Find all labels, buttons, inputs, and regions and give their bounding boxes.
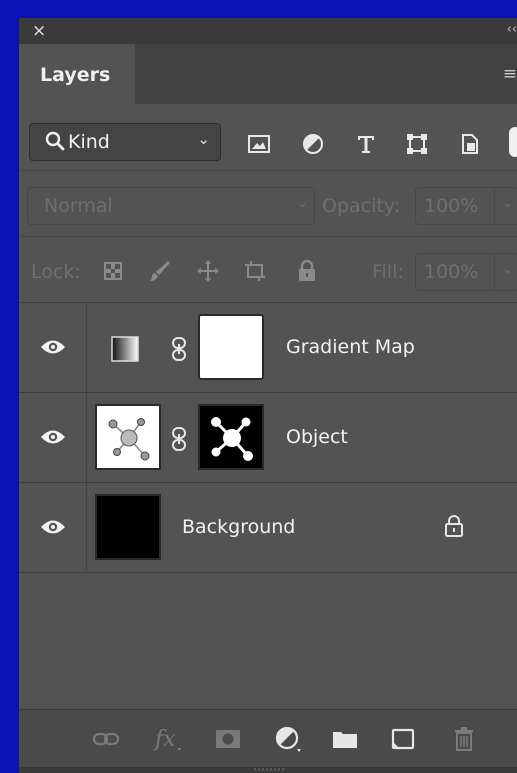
tab-bar: Layers ≡ — [19, 44, 517, 104]
layer-name[interactable]: Object — [286, 426, 348, 448]
blend-mode-dropdown[interactable]: Normal ⌄ — [27, 187, 315, 225]
lock-position-icon[interactable] — [196, 259, 220, 283]
fill-field[interactable]: 100% ⌄ — [415, 253, 517, 291]
fill-value: 100% — [424, 261, 479, 283]
filter-toggle-icon[interactable] — [507, 126, 517, 158]
blend-row: Normal ⌄ Opacity: 100% ⌄ — [19, 170, 517, 237]
chain-link-icon[interactable] — [170, 336, 188, 362]
lock-all-icon[interactable] — [295, 259, 319, 283]
adjustment-filter-icon[interactable] — [301, 132, 325, 156]
opacity-field[interactable]: 100% ⌄ — [415, 187, 517, 225]
chevron-down-icon: ⌄ — [197, 130, 210, 148]
search-icon — [45, 131, 65, 151]
collapse-icon[interactable]: ‹‹ — [507, 22, 517, 37]
link-layers-icon[interactable] — [91, 724, 121, 754]
eye-icon[interactable] — [40, 428, 66, 446]
fill-label: Fill: — [372, 261, 404, 283]
panel-titlebar: × ‹‹ — [19, 18, 517, 44]
fx-icon[interactable]: fx — [153, 724, 183, 754]
filter-row: Kind ⌄ — [19, 104, 517, 170]
layer-mask-thumbnail[interactable] — [198, 314, 264, 380]
new-layer-icon[interactable] — [388, 724, 418, 754]
visibility-cell[interactable] — [19, 483, 87, 572]
layer-row-gradient-map[interactable]: Gradient Map — [19, 303, 517, 393]
tab-layers-label: Layers — [40, 64, 111, 86]
opacity-value: 100% — [424, 195, 479, 217]
panel-menu-icon[interactable]: ≡ — [503, 64, 517, 84]
visibility-cell[interactable] — [19, 303, 87, 392]
eye-icon[interactable] — [40, 338, 66, 356]
chevron-down-icon[interactable]: ⌄ — [502, 262, 513, 277]
svg-text:fx: fx — [153, 727, 176, 752]
resize-grip[interactable] — [254, 768, 284, 771]
delete-icon[interactable] — [449, 724, 479, 754]
close-icon[interactable]: × — [32, 20, 46, 42]
layer-name[interactable]: Background — [182, 516, 295, 538]
layer-name[interactable]: Gradient Map — [286, 336, 415, 358]
lock-row: Lock: Fill: 100% ⌄ — [19, 236, 517, 303]
chain-link-icon[interactable] — [170, 426, 188, 452]
filter-kind-dropdown[interactable]: Kind ⌄ — [29, 123, 221, 161]
filter-kind-label: Kind — [68, 131, 110, 153]
lock-label: Lock: — [31, 261, 81, 283]
chevron-down-icon: ⌄ — [297, 196, 308, 211]
lock-transparent-pixels-icon[interactable] — [101, 259, 125, 283]
tab-layers[interactable]: Layers — [19, 44, 135, 104]
layers-list: Gradient Map Object Background — [19, 302, 517, 574]
opacity-label: Opacity: — [322, 195, 401, 217]
layer-row-background[interactable]: Background — [19, 483, 517, 573]
blend-mode-value: Normal — [44, 195, 113, 217]
chevron-down-icon[interactable]: ⌄ — [502, 196, 513, 211]
gradient-map-icon — [111, 336, 139, 362]
visibility-cell[interactable] — [19, 393, 87, 482]
layer-thumbnail[interactable] — [95, 404, 161, 470]
new-adjustment-icon[interactable] — [273, 724, 303, 754]
lock-image-pixels-icon[interactable] — [148, 259, 172, 283]
shape-filter-icon[interactable] — [405, 132, 429, 156]
layer-thumbnail[interactable] — [95, 494, 161, 560]
eye-icon[interactable] — [40, 518, 66, 536]
new-group-icon[interactable] — [330, 724, 360, 754]
divider — [494, 188, 495, 224]
smart-object-filter-icon[interactable] — [457, 132, 481, 156]
bottom-toolbar: fx — [19, 709, 517, 768]
image-filter-icon[interactable] — [247, 132, 271, 156]
layer-mask-thumbnail[interactable] — [198, 404, 264, 470]
resize-strip[interactable] — [19, 767, 517, 773]
lock-artboard-icon[interactable] — [243, 259, 267, 283]
layers-panel: × ‹‹ Layers ≡ Kind ⌄ Normal ⌄ Opacity: 1… — [19, 18, 517, 773]
lock-icon[interactable] — [444, 514, 464, 538]
add-mask-icon[interactable] — [213, 724, 243, 754]
type-filter-icon[interactable] — [354, 132, 378, 156]
layer-row-object[interactable]: Object — [19, 393, 517, 483]
divider — [494, 254, 495, 290]
